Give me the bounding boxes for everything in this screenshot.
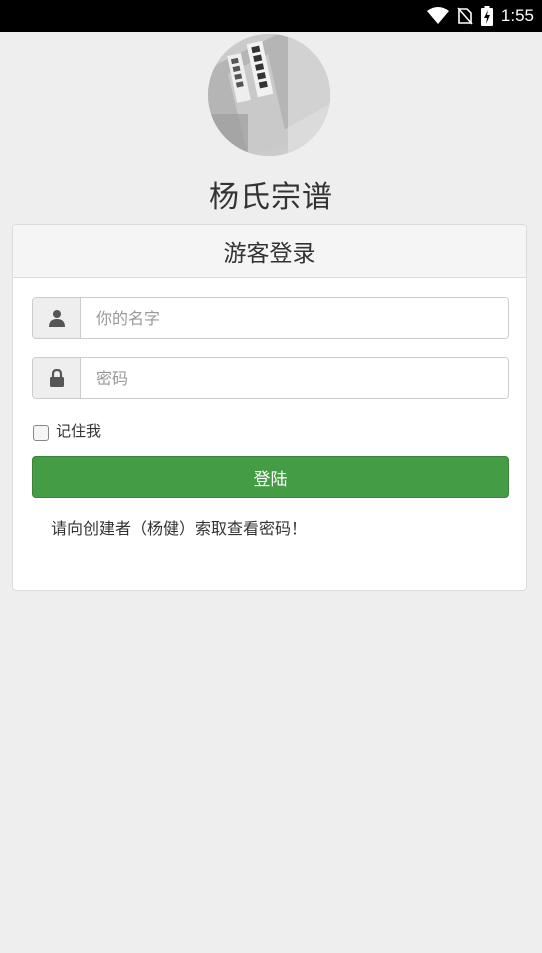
panel-heading: 游客登录 bbox=[13, 225, 526, 278]
no-sim-icon bbox=[457, 7, 473, 25]
status-bar: 1:55 bbox=[0, 0, 542, 32]
app-title: 杨氏宗谱 bbox=[209, 180, 333, 215]
password-input[interactable] bbox=[81, 358, 508, 398]
avatar bbox=[208, 34, 330, 156]
password-input-group bbox=[32, 357, 509, 399]
battery-charging-icon bbox=[480, 6, 493, 26]
username-input-group bbox=[32, 297, 509, 339]
lock-icon bbox=[33, 358, 81, 398]
wifi-icon bbox=[426, 7, 449, 25]
login-button[interactable]: 登陆 bbox=[32, 456, 509, 498]
remember-label: 记住我 bbox=[56, 422, 102, 440]
username-input[interactable] bbox=[81, 298, 508, 338]
remember-checkbox[interactable] bbox=[33, 424, 49, 441]
user-icon bbox=[33, 298, 81, 338]
remember-me[interactable]: 记住我 bbox=[33, 420, 101, 441]
clock: 1:55 bbox=[500, 6, 534, 25]
login-panel: 游客登录 记住我 登陆 请向创建者（杨健）索取查看密码！ bbox=[12, 224, 527, 591]
password-notice: 请向创建者（杨健）索取查看密码！ bbox=[51, 519, 308, 538]
